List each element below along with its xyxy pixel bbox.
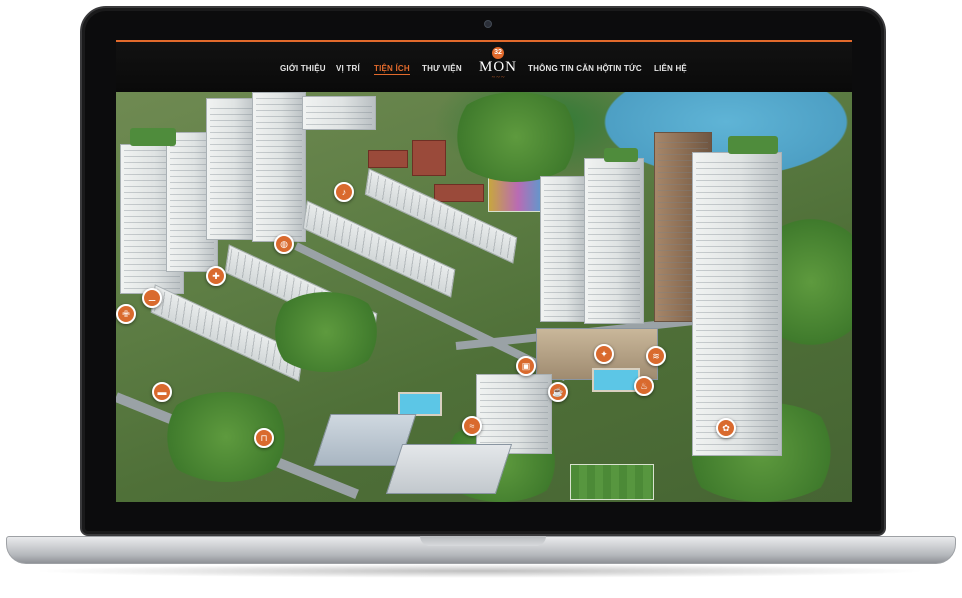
amenity-marker-swim[interactable]: ≈ — [462, 416, 482, 436]
rooftop-garden — [130, 128, 176, 146]
laptop-lid: GIỚI THIỆU VỊ TRÍ TIỆN ÍCH THƯ VIỆN 32 M… — [80, 6, 886, 536]
webcam-icon — [484, 20, 492, 28]
logo-flourish: ~ ~ ~ — [491, 75, 505, 81]
amenity-marker-park[interactable]: ✿ — [716, 418, 736, 438]
logo-text: MON — [478, 59, 517, 75]
villa-building — [412, 140, 446, 176]
nav-tin-tuc[interactable]: TIN TỨC — [608, 64, 642, 73]
amenity-marker-music[interactable]: ♪ — [334, 182, 354, 202]
logo-mark: 32 — [492, 47, 504, 59]
villa-building — [368, 150, 408, 168]
amenity-marker-shop[interactable]: ▣ — [516, 356, 536, 376]
website-screen: GIỚI THIỆU VỊ TRÍ TIỆN ÍCH THƯ VIỆN 32 M… — [116, 40, 852, 502]
main-nav: GIỚI THIỆU VỊ TRÍ TIỆN ÍCH THƯ VIỆN 32 M… — [116, 42, 852, 92]
laptop-shadow — [30, 564, 930, 578]
amenity-marker-restaurant[interactable]: ✦ — [594, 344, 614, 364]
school-building — [385, 444, 513, 494]
tower-building — [252, 92, 306, 242]
amenity-marker-bench[interactable]: ⊓ — [254, 428, 274, 448]
amenity-marker-pool[interactable]: ≋ — [646, 346, 666, 366]
laptop-notch — [420, 536, 546, 546]
tower-building — [206, 98, 258, 240]
amenity-marker-bbq[interactable]: ♨ — [634, 376, 654, 396]
amenity-marker-dumbbell[interactable]: ⚊ — [142, 288, 162, 308]
tree-cluster — [156, 392, 296, 482]
amenity-marker-clinic[interactable]: ✙ — [116, 304, 136, 324]
football-field — [570, 464, 654, 500]
mid-rise-building — [476, 374, 552, 454]
nav-vi-tri[interactable]: VỊ TRÍ — [336, 64, 360, 73]
rooftop-garden — [604, 148, 638, 162]
tree-cluster — [446, 92, 586, 182]
tree-cluster — [266, 292, 386, 372]
amenity-marker-tennis[interactable]: ◍ — [274, 234, 294, 254]
swimming-pool — [592, 368, 640, 392]
villa-building — [434, 184, 484, 202]
tower-building — [540, 176, 588, 322]
nav-thong-tin-can-ho[interactable]: THÔNG TIN CĂN HỘ — [528, 64, 609, 73]
nav-gioi-thieu[interactable]: GIỚI THIỆU — [280, 64, 326, 73]
site-logo[interactable]: 32 MON ~ ~ ~ — [468, 47, 528, 89]
office-building — [302, 96, 376, 130]
amenity-marker-gym[interactable]: ✚ — [206, 266, 226, 286]
amenity-marker-car[interactable]: ▬ — [152, 382, 172, 402]
laptop-mockup: GIỚI THIỆU VỊ TRÍ TIỆN ÍCH THƯ VIỆN 32 M… — [0, 0, 962, 598]
tower-building — [692, 152, 782, 456]
nav-tien-ich[interactable]: TIỆN ÍCH — [374, 64, 410, 75]
nav-lien-he[interactable]: LIÊN HỆ — [654, 64, 687, 73]
amenity-marker-cafe[interactable]: ☕ — [548, 382, 568, 402]
rooftop-garden — [728, 136, 778, 154]
amenity-aerial-map: ♪ ◍ ✚ ⚊ ▬ ⊓ ≈ ▣ ☕ ✦ ≋ ♨ ✿ ✙ — [116, 92, 852, 502]
nav-thu-vien[interactable]: THƯ VIỆN — [422, 64, 462, 73]
tower-building — [584, 158, 644, 324]
swimming-pool — [398, 392, 442, 416]
